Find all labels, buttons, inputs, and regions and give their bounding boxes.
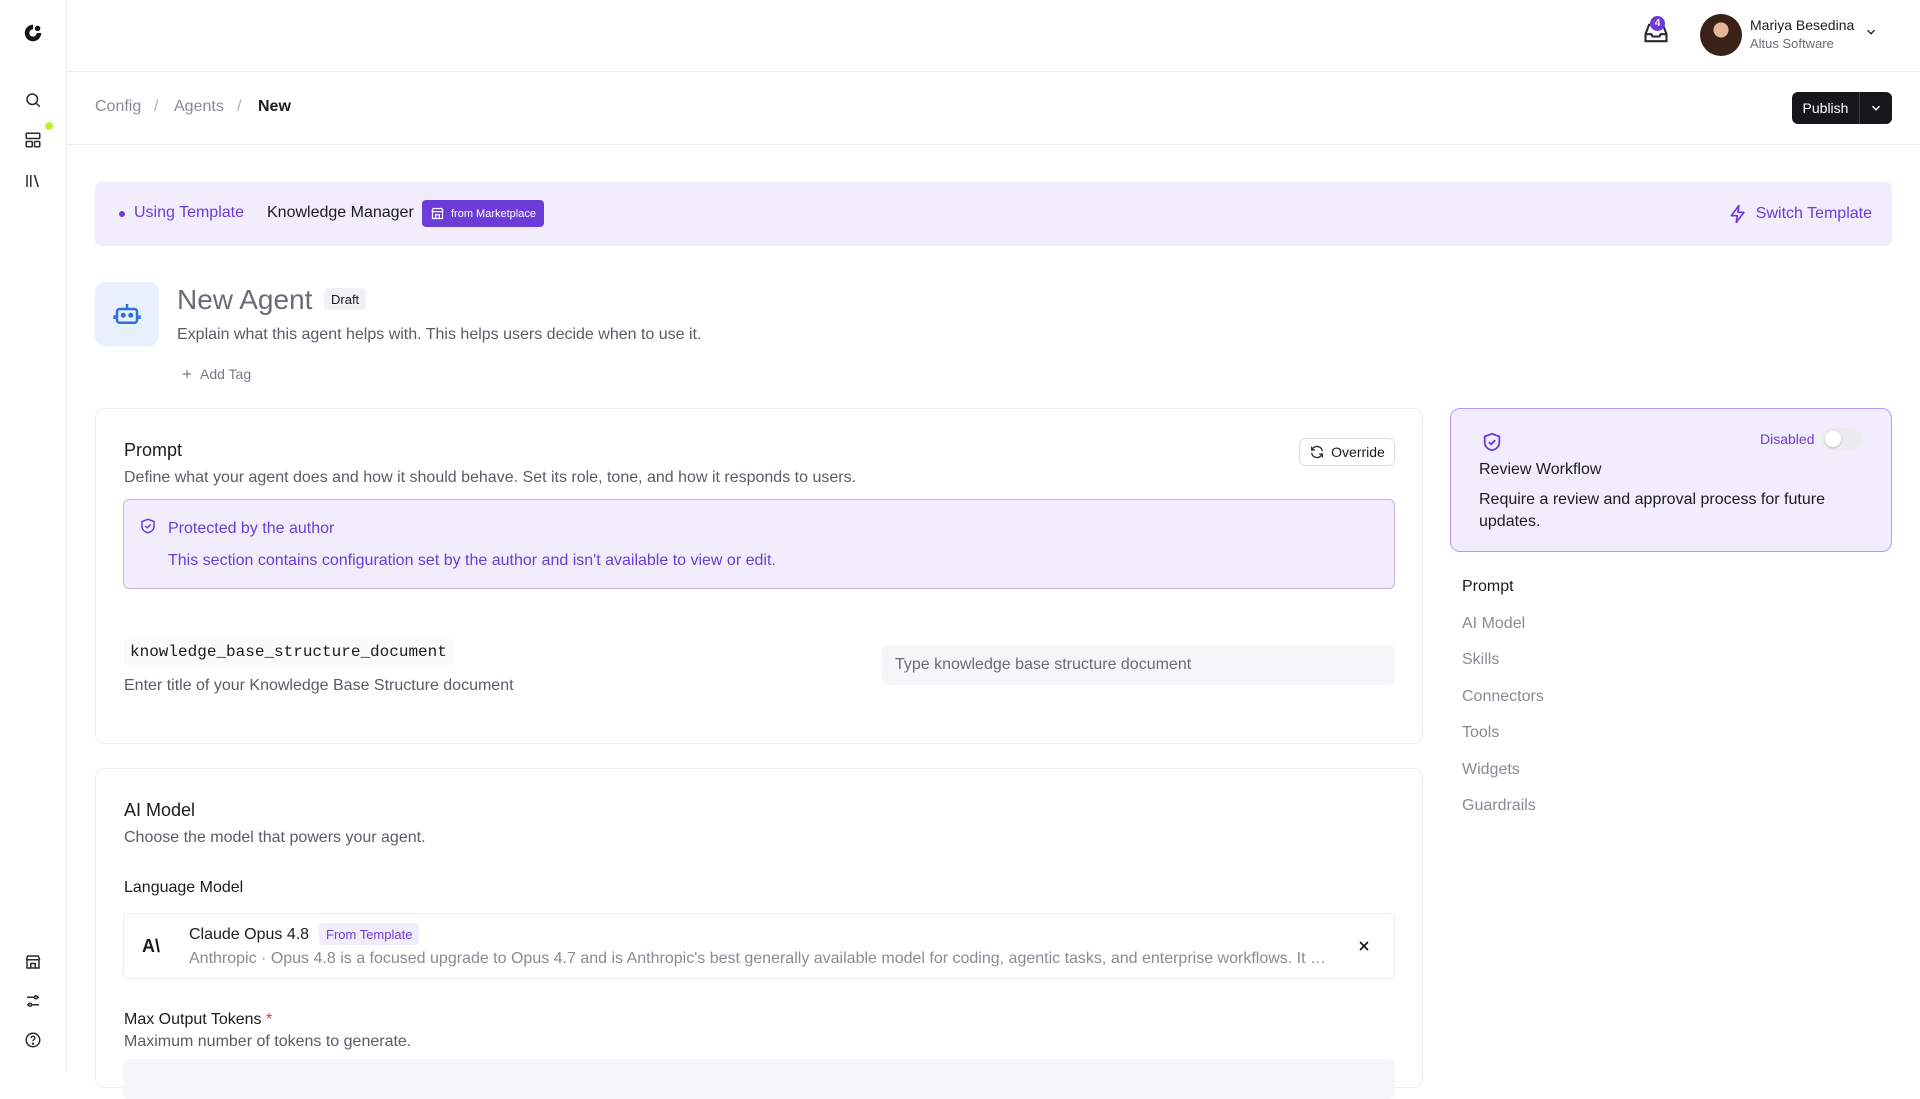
- using-template-label: Using Template: [134, 204, 244, 221]
- marketplace-badge: from Marketplace: [422, 200, 544, 227]
- notification-badge: 4: [1650, 16, 1665, 31]
- language-model-label: Language Model: [124, 879, 244, 896]
- chevron-down-icon: [1871, 105, 1881, 111]
- prompt-section: Prompt Define what your agent does and h…: [95, 408, 1423, 744]
- section-subtitle: Define what your agent does and how it s…: [124, 469, 857, 486]
- refresh-icon: [1311, 445, 1324, 459]
- required-marker: *: [266, 1011, 273, 1028]
- section-title: AI Model: [124, 800, 196, 820]
- protected-title: Protected by the author: [168, 520, 335, 537]
- knowledge-base-input[interactable]: [882, 645, 1395, 685]
- plus-icon: [182, 369, 192, 379]
- from-template-badge: From Template: [319, 923, 420, 945]
- user-name: Mariya Besedina: [1750, 17, 1855, 33]
- toggle-knob: [1825, 431, 1841, 447]
- model-description: Anthropic · Opus 4.8 is a focused upgrad…: [189, 950, 1334, 967]
- toc-item-skills[interactable]: Skills: [1462, 651, 1499, 669]
- close-icon[interactable]: [1356, 938, 1372, 959]
- toc-item-connectors[interactable]: Connectors: [1462, 688, 1544, 706]
- switch-template-label: Switch Template: [1755, 205, 1872, 222]
- max-tokens-help: Maximum number of tokens to generate.: [124, 1033, 412, 1050]
- lightning-icon: [1730, 204, 1745, 224]
- max-tokens-input[interactable]: [123, 1059, 1395, 1099]
- avatar[interactable]: [1700, 14, 1742, 56]
- logo-icon[interactable]: [19, 19, 47, 47]
- marketplace-icon[interactable]: [19, 948, 47, 976]
- override-label: Override: [1331, 444, 1385, 460]
- max-tokens-label-text: Max Output Tokens: [124, 1011, 262, 1028]
- agent-avatar[interactable]: [95, 282, 159, 346]
- breadcrumb-bar: [67, 72, 1920, 145]
- agent-name[interactable]: New Agent: [177, 284, 312, 316]
- app-rail: [0, 0, 67, 1071]
- variable-name: knowledge_base_structure_document: [124, 639, 453, 665]
- chevron-down-icon[interactable]: [1864, 25, 1878, 44]
- variable-help: Enter title of your Knowledge Base Struc…: [124, 677, 514, 694]
- store-icon: [431, 207, 444, 220]
- ai-model-section: AI Model Choose the model that powers yo…: [95, 768, 1423, 1099]
- max-tokens-label: Max Output Tokens *: [124, 1011, 272, 1029]
- model-selector[interactable]: A\ Claude Opus 4.8 From Template Anthrop…: [123, 913, 1395, 979]
- user-org: Altus Software: [1750, 36, 1834, 51]
- help-icon[interactable]: [19, 1026, 47, 1054]
- shield-icon: [1481, 431, 1503, 458]
- review-workflow-toggle[interactable]: [1822, 428, 1862, 450]
- dashboard-icon[interactable]: [19, 126, 47, 154]
- publish-button-group: Publish: [1792, 92, 1892, 124]
- section-title: Prompt: [124, 440, 183, 460]
- status-dot: [45, 122, 53, 130]
- template-dot: [119, 211, 125, 217]
- breadcrumb-current: New: [258, 98, 291, 115]
- search-icon[interactable]: [19, 86, 47, 114]
- status-badge: Draft: [324, 288, 367, 310]
- breadcrumb-separator: /: [237, 98, 242, 115]
- add-tag-label: Add Tag: [200, 366, 252, 382]
- template-banner: Using Template Knowledge Manager from Ma…: [95, 182, 1892, 246]
- override-button[interactable]: Override: [1299, 438, 1395, 466]
- robot-icon: [113, 304, 141, 324]
- review-workflow-card: Disabled Review Workflow Require a revie…: [1450, 408, 1892, 552]
- agent-description[interactable]: Explain what this agent helps with. This…: [177, 326, 701, 344]
- protected-description: This section contains configuration set …: [168, 552, 776, 569]
- toc-item-ai-model[interactable]: AI Model: [1462, 615, 1525, 633]
- breadcrumb-config[interactable]: Config: [95, 98, 141, 116]
- breadcrumb-agents[interactable]: Agents: [174, 98, 224, 116]
- toc-item-widgets[interactable]: Widgets: [1462, 761, 1520, 779]
- switch-template-button[interactable]: Switch Template: [1728, 204, 1872, 224]
- review-workflow-title: Review Workflow: [1479, 461, 1602, 478]
- inbox-button[interactable]: 4: [1642, 16, 1670, 47]
- marketplace-badge-label: from Marketplace: [451, 207, 536, 220]
- anthropic-logo-icon: A\: [142, 936, 160, 956]
- breadcrumb-separator: /: [154, 98, 159, 115]
- section-subtitle: Choose the model that powers your agent.: [124, 829, 426, 846]
- protected-notice: Protected by the author This section con…: [123, 499, 1395, 589]
- publish-button[interactable]: Publish: [1792, 92, 1860, 124]
- review-workflow-status: Disabled: [1760, 431, 1815, 447]
- toc-item-prompt[interactable]: Prompt: [1462, 578, 1514, 596]
- library-icon[interactable]: [19, 167, 47, 195]
- template-name: Knowledge Manager: [267, 204, 414, 221]
- review-workflow-description: Require a review and approval process fo…: [1479, 491, 1825, 530]
- publish-dropdown-button[interactable]: [1860, 92, 1892, 124]
- toc-item-tools[interactable]: Tools: [1462, 724, 1499, 742]
- shield-icon: [139, 517, 157, 540]
- settings-icon[interactable]: [19, 987, 47, 1015]
- add-tag-button[interactable]: Add Tag: [180, 366, 251, 382]
- toc-item-guardrails[interactable]: Guardrails: [1462, 797, 1536, 815]
- model-name: Claude Opus 4.8: [189, 926, 310, 943]
